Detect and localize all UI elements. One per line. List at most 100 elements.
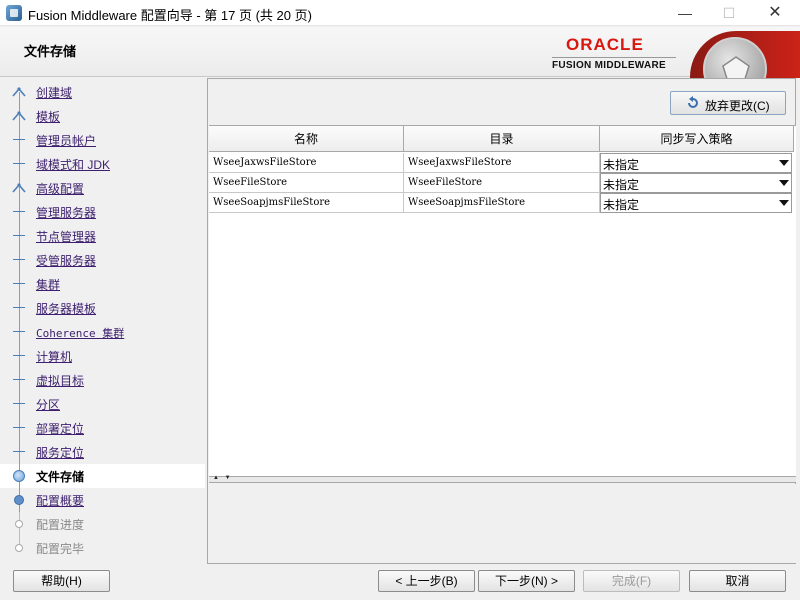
dropdown-arrow-icon (779, 180, 789, 186)
close-button[interactable]: ✕ (752, 0, 798, 26)
progress-line (19, 368, 20, 392)
store-name-cell[interactable]: WseeSoapjmsFileStore (209, 193, 404, 213)
store-directory-cell[interactable]: WseeFileStore (404, 173, 600, 193)
wizard-steps-nav: 创建域模板管理员帐户域模式和 JDK 高级配置管理服务器节点管理器受管服务器集群服… (0, 78, 205, 564)
sync-write-policy-select[interactable]: 未指定 (600, 193, 792, 213)
step-done-icon (13, 235, 25, 236)
splitter-handle[interactable]: ▲ ▼ (209, 475, 796, 483)
sidebar-item-label: 受管服务器 (36, 254, 97, 268)
step-pending-icon (15, 544, 23, 552)
sidebar-item-13[interactable]: 虚拟目标 (0, 368, 205, 392)
sidebar-item-label: 配置完毕 (36, 542, 85, 556)
policy-value: 未指定 (603, 158, 640, 172)
sidebar-item-label: Coherence 集群 (36, 327, 125, 340)
step-milestone-icon (12, 182, 26, 193)
step-milestone-icon (12, 86, 26, 97)
sync-write-policy-select[interactable]: 未指定 (600, 173, 792, 193)
sidebar-item-label: 配置进度 (36, 518, 85, 532)
progress-line (19, 248, 20, 272)
dropdown-arrow-icon (779, 160, 789, 166)
column-header[interactable]: 同步写入策略 (600, 126, 794, 152)
wizard-header: 文件存储 ORACLE FUSION MIDDLEWARE (0, 27, 800, 103)
progress-line (19, 128, 20, 152)
back-button[interactable]: < 上一步(B) (378, 570, 475, 592)
undo-icon (688, 96, 698, 108)
sidebar-item-label: 高级配置 (36, 182, 85, 196)
sidebar-item-label: 计算机 (36, 350, 73, 364)
progress-line (19, 416, 20, 440)
sidebar-item-label: 节点管理器 (36, 230, 97, 244)
sidebar-item-label: 部署定位 (36, 422, 85, 436)
store-directory-cell[interactable]: WseeSoapjmsFileStore (404, 193, 600, 213)
store-directory-cell[interactable]: WseeJaxwsFileStore (404, 153, 600, 173)
step-done-icon (13, 163, 25, 164)
column-header[interactable]: 目录 (404, 126, 600, 152)
sidebar-item-20: 配置完毕 (0, 536, 205, 560)
title-bar: Fusion Middleware 配置向导 - 第 17 页 (共 20 页)… (0, 0, 800, 26)
progress-line (19, 440, 20, 464)
progress-line (19, 344, 20, 368)
step-done-icon (13, 427, 25, 428)
sidebar-item-19: 配置进度 (0, 512, 205, 536)
main-panel: 放弃更改(C) 名称 目录 同步写入策略 WseeJaxwsFileStore Wsee… (207, 78, 800, 564)
sidebar-item-label: 管理员帐户 (36, 134, 97, 148)
policy-value: 未指定 (603, 178, 640, 192)
sidebar-item-label: 虚拟目标 (36, 374, 85, 388)
sync-write-policy-select[interactable]: 未指定 (600, 153, 792, 173)
step-milestone-icon (12, 110, 26, 121)
step-done-icon (13, 307, 25, 308)
store-name-cell[interactable]: WseeFileStore (209, 173, 404, 193)
app-icon (6, 5, 22, 21)
step-done-icon (13, 331, 25, 332)
sidebar-item-1[interactable]: 创建域 (0, 80, 205, 116)
progress-line (19, 224, 20, 248)
sidebar-item-12[interactable]: 计算机 (0, 344, 205, 368)
sidebar-item-14[interactable]: 分区 (0, 392, 205, 416)
detail-panel (209, 484, 796, 563)
help-button[interactable]: 帮助(H) (13, 570, 110, 592)
file-store-table: 名称 目录 同步写入策略 WseeJaxwsFileStore WseeJaxwsFil… (209, 125, 796, 477)
finish-button: 完成(F) (583, 570, 680, 592)
sidebar-item-18[interactable]: 配置概要 (0, 488, 205, 512)
sidebar-item-7[interactable]: 节点管理器 (0, 224, 205, 248)
sidebar-item-15[interactable]: 部署定位 (0, 416, 205, 440)
sidebar-item-6[interactable]: 管理服务器 (0, 200, 205, 224)
oracle-logo: ORACLE (566, 35, 644, 54)
sidebar-item-4[interactable]: 域模式和 JDK (0, 152, 205, 176)
next-button[interactable]: 下一步(N) > (478, 570, 575, 592)
sidebar-item-16[interactable]: 服务定位 (0, 440, 205, 464)
column-header[interactable]: 名称 (209, 126, 404, 152)
step-done-icon (13, 451, 25, 452)
sidebar-item-label: 服务器模板 (36, 302, 97, 316)
window-title: Fusion Middleware 配置向导 - 第 17 页 (共 20 页) (28, 8, 312, 23)
sidebar-item-label: 服务定位 (36, 446, 85, 460)
step-pending-icon (15, 520, 23, 528)
discard-changes-label: 放弃更改(C) (705, 99, 770, 113)
sidebar-item-3[interactable]: 管理员帐户 (0, 128, 205, 152)
cancel-button[interactable]: 取消 (689, 570, 786, 592)
page-title: 文件存储 (24, 44, 77, 59)
sidebar-item-8[interactable]: 受管服务器 (0, 248, 205, 272)
store-name-cell[interactable]: WseeJaxwsFileStore (209, 153, 404, 173)
sidebar-item-11[interactable]: Coherence 集群 (0, 320, 205, 344)
dropdown-arrow-icon (779, 200, 789, 206)
sidebar-item-label: 创建域 (36, 86, 73, 100)
sidebar-item-10[interactable]: 服务器模板 (0, 296, 205, 320)
sidebar-item-17[interactable]: 文件存储 (0, 464, 205, 488)
wizard-footer: 帮助(H) < 上一步(B) 下一步(N) > 完成(F) 取消 (0, 564, 800, 600)
fusion-middleware-logo: FUSION MIDDLEWARE (552, 60, 666, 71)
step-done-icon (13, 139, 25, 140)
step-done-icon (13, 403, 25, 404)
maximize-button[interactable]: ☐ (706, 0, 752, 26)
sidebar-item-label: 域模式和 JDK (36, 158, 111, 172)
discard-changes-button[interactable]: 放弃更改(C) (670, 91, 786, 115)
sidebar-item-5[interactable]: 高级配置 (0, 176, 205, 200)
sidebar-item-2[interactable]: 模板 (0, 104, 205, 128)
sidebar-item-9[interactable]: 集群 (0, 272, 205, 296)
sidebar-item-label: 集群 (36, 278, 61, 292)
minimize-button[interactable]: — (662, 0, 708, 26)
progress-line (19, 296, 20, 320)
logo-divider (552, 57, 676, 58)
progress-line (19, 320, 20, 344)
progress-line (19, 200, 20, 224)
